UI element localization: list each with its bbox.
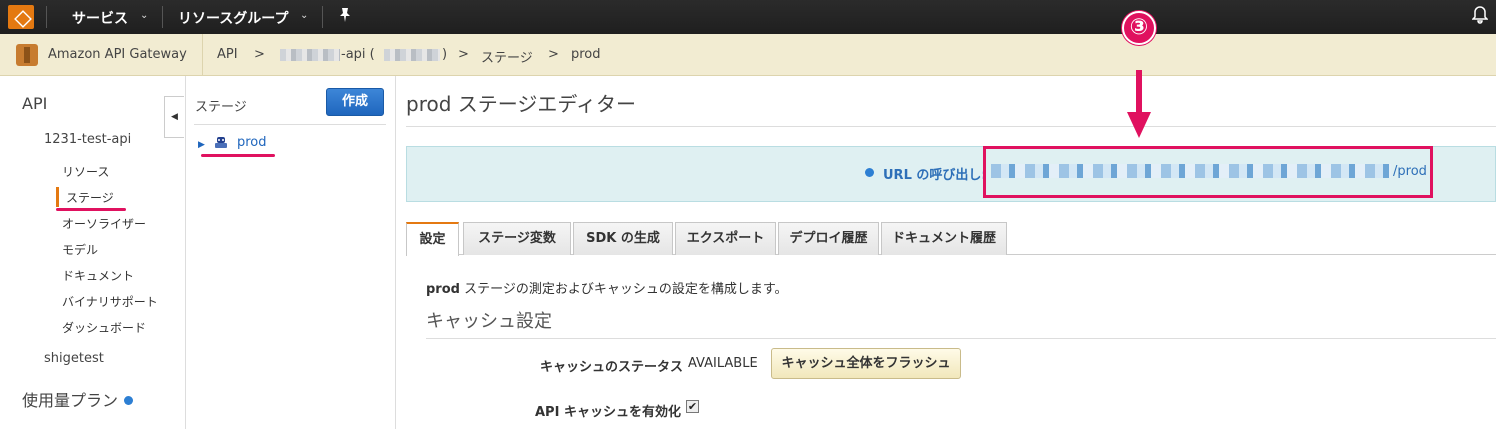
annotation-marker: ③ <box>1122 11 1162 51</box>
sidebar-item-resources[interactable]: リソース <box>62 163 109 180</box>
tab-export[interactable]: エクスポート <box>675 222 776 255</box>
annotation-highlight-box <box>983 146 1433 198</box>
enable-api-cache-checkbox[interactable]: ✔ <box>686 400 699 413</box>
flush-cache-button[interactable]: キャッシュ全体をフラッシュ <box>771 348 961 379</box>
tab-documentation-history[interactable]: ドキュメント履歴 <box>881 222 1007 255</box>
annotation-underline <box>201 154 275 157</box>
sidebar-item-dashboard[interactable]: ダッシュボード <box>62 319 146 336</box>
annotation-arrow-head <box>1127 112 1151 138</box>
breadcrumb-prod: prod <box>571 47 601 62</box>
cache-status-label: キャッシュのステータス <box>540 360 684 375</box>
breadcrumb: Amazon API Gateway API > -api ( ) > ステージ… <box>0 34 1496 76</box>
sidebar-item-models[interactable]: モデル <box>62 241 98 258</box>
sidebar-item-binary-support[interactable]: バイナリサポート <box>62 293 158 310</box>
description-text: ステージの測定およびキャッシュの設定を構成します。 <box>459 282 788 297</box>
expand-arrow-icon[interactable]: ▶ <box>198 140 205 150</box>
sidebar-item-stages[interactable]: ステージ <box>66 189 114 206</box>
stage-panel: ステージ 作成 ▶ prod <box>186 76 396 429</box>
chevron-down-icon: ⌄ <box>140 10 149 21</box>
aws-logo-icon[interactable] <box>8 5 34 29</box>
nav-divider <box>46 6 47 28</box>
divider <box>194 124 386 125</box>
breadcrumb-api-name[interactable]: -api ( <box>341 47 375 62</box>
service-name[interactable]: Amazon API Gateway <box>48 47 187 62</box>
collapse-sidebar-button[interactable]: ◀ <box>164 96 184 138</box>
stage-tree-item-prod[interactable]: prod <box>237 135 267 150</box>
stage-name: prod <box>426 282 460 297</box>
stage-tabs: 設定 ステージ変数 SDK の生成 エクスポート デプロイ履歴 ドキュメント履歴 <box>406 222 1496 256</box>
sidebar-api-name[interactable]: 1231-test-api <box>44 132 131 147</box>
breadcrumb-stages[interactable]: ステージ <box>481 47 533 66</box>
divider <box>406 126 1496 127</box>
active-indicator <box>56 187 59 207</box>
breadcrumb-api[interactable]: API <box>217 47 238 62</box>
breadcrumb-divider <box>202 34 203 76</box>
annotation-underline <box>56 208 126 211</box>
nav-divider <box>322 6 323 28</box>
sidebar-usage-plans[interactable]: 使用量プラン <box>22 387 134 411</box>
divider <box>426 338 1496 339</box>
invoke-url-label: URL の呼び出し: <box>883 168 987 183</box>
breadcrumb-api-name-end: ) <box>442 47 448 62</box>
nav-divider <box>162 6 163 28</box>
enable-api-cache-label: API キャッシュを有効化 <box>535 405 681 420</box>
stage-panel-title: ステージ <box>195 100 247 115</box>
breadcrumb-separator: > <box>458 47 469 62</box>
new-badge-dot <box>124 396 134 405</box>
usage-plans-label: 使用量プラン <box>22 391 119 410</box>
breadcrumb-separator: > <box>548 47 559 62</box>
settings-description: prod ステージの測定およびキャッシュの設定を構成します。 <box>426 278 788 297</box>
info-dot-icon <box>865 168 874 177</box>
cache-settings-heading: キャッシュ設定 <box>426 311 552 332</box>
pin-icon[interactable] <box>338 7 352 27</box>
annotation-number: ③ <box>1122 11 1156 45</box>
services-menu[interactable]: サービス <box>72 8 128 28</box>
sidebar-item-documentation[interactable]: ドキュメント <box>62 267 134 284</box>
stage-icon <box>214 136 228 150</box>
resource-groups-menu[interactable]: リソースグループ <box>178 8 288 28</box>
chevron-down-icon: ⌄ <box>300 10 309 21</box>
create-stage-button[interactable]: 作成 <box>326 88 384 116</box>
api-gateway-icon <box>16 44 38 66</box>
sidebar-item-authorizers[interactable]: オーソライザー <box>62 215 146 232</box>
page-title: prod ステージエディター <box>406 92 636 116</box>
redacted-text <box>280 49 340 61</box>
cache-status-value: AVAILABLE <box>688 356 758 371</box>
left-sidebar: API 1231-test-api リソース ステージ オーソライザー モデル … <box>0 76 186 429</box>
tab-stage-variables[interactable]: ステージ変数 <box>463 222 571 255</box>
breadcrumb-separator: > <box>254 47 265 62</box>
tab-sdk-generation[interactable]: SDK の生成 <box>573 222 673 255</box>
top-nav: サービス ⌄ リソースグループ ⌄ <box>0 0 1496 34</box>
sidebar-api-shigetest[interactable]: shigetest <box>44 351 104 366</box>
redacted-text <box>384 49 440 61</box>
bell-icon[interactable] <box>1471 6 1489 28</box>
tab-deployment-history[interactable]: デプロイ履歴 <box>778 222 879 255</box>
sidebar-section-api[interactable]: API <box>22 94 47 113</box>
tab-settings[interactable]: 設定 <box>406 222 459 256</box>
